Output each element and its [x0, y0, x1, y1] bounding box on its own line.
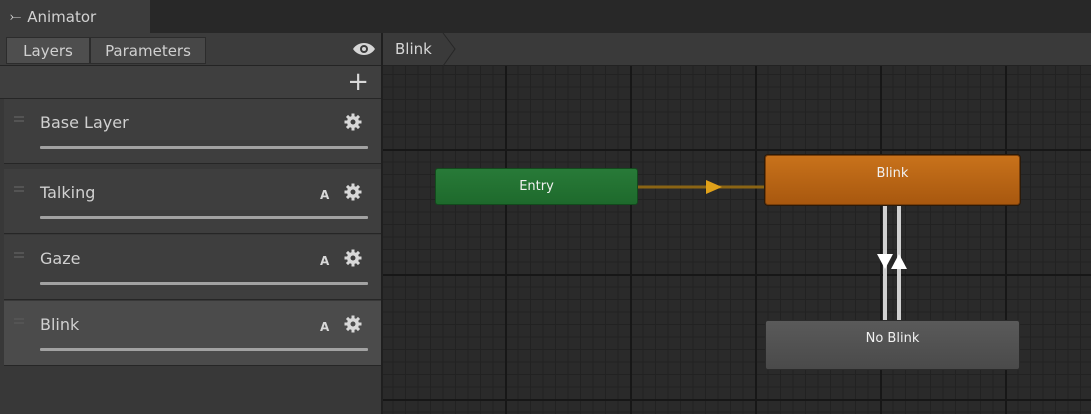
layer-weight-bar[interactable]	[40, 348, 368, 351]
breadcrumb: Blink	[383, 33, 1091, 66]
layer-name: Talking	[40, 183, 96, 202]
add-layer-row: +	[0, 66, 381, 99]
drag-handle-icon[interactable]	[14, 318, 24, 324]
breadcrumb-item[interactable]: Blink	[383, 33, 450, 65]
animator-icon: ⤚	[10, 8, 22, 25]
additive-badge: A	[320, 254, 330, 268]
plus-icon[interactable]: +	[347, 69, 369, 95]
layer-item-blink[interactable]: Blink A	[4, 301, 381, 366]
gear-icon[interactable]	[343, 248, 363, 268]
layer-name: Blink	[40, 315, 80, 334]
panel-tabs: Layers Parameters	[0, 33, 381, 66]
layer-name: Gaze	[40, 249, 81, 268]
window-tab-bar: ⤚ Animator	[0, 0, 1091, 33]
layer-weight-bar[interactable]	[40, 282, 368, 285]
eye-icon[interactable]	[352, 39, 376, 59]
tab-layers[interactable]: Layers	[6, 37, 90, 64]
breadcrumb-separator	[442, 33, 456, 66]
additive-badge: A	[320, 188, 330, 202]
drag-handle-icon[interactable]	[14, 252, 24, 258]
state-no-blink[interactable]: No Blink	[765, 320, 1020, 370]
state-blink[interactable]: Blink	[765, 155, 1020, 205]
state-entry[interactable]: Entry	[435, 168, 638, 205]
layer-name: Base Layer	[40, 113, 129, 132]
window-title: Animator	[27, 7, 97, 26]
window-tab-animator[interactable]: ⤚ Animator	[0, 0, 150, 33]
layer-item-talking[interactable]: Talking A	[4, 169, 381, 234]
layer-weight-bar[interactable]	[40, 146, 368, 149]
drag-handle-icon[interactable]	[14, 186, 24, 192]
gear-icon[interactable]	[343, 314, 363, 334]
layer-weight-bar[interactable]	[40, 216, 368, 219]
gear-icon[interactable]	[343, 182, 363, 202]
additive-badge: A	[320, 320, 330, 334]
layer-item-gaze[interactable]: Gaze A	[4, 235, 381, 300]
layers-panel: Layers Parameters + Base Layer Talking A	[0, 33, 381, 414]
tab-parameters[interactable]: Parameters	[90, 37, 206, 64]
drag-handle-icon[interactable]	[14, 116, 24, 122]
layer-item-base[interactable]: Base Layer	[4, 99, 381, 164]
gear-icon[interactable]	[343, 112, 363, 132]
